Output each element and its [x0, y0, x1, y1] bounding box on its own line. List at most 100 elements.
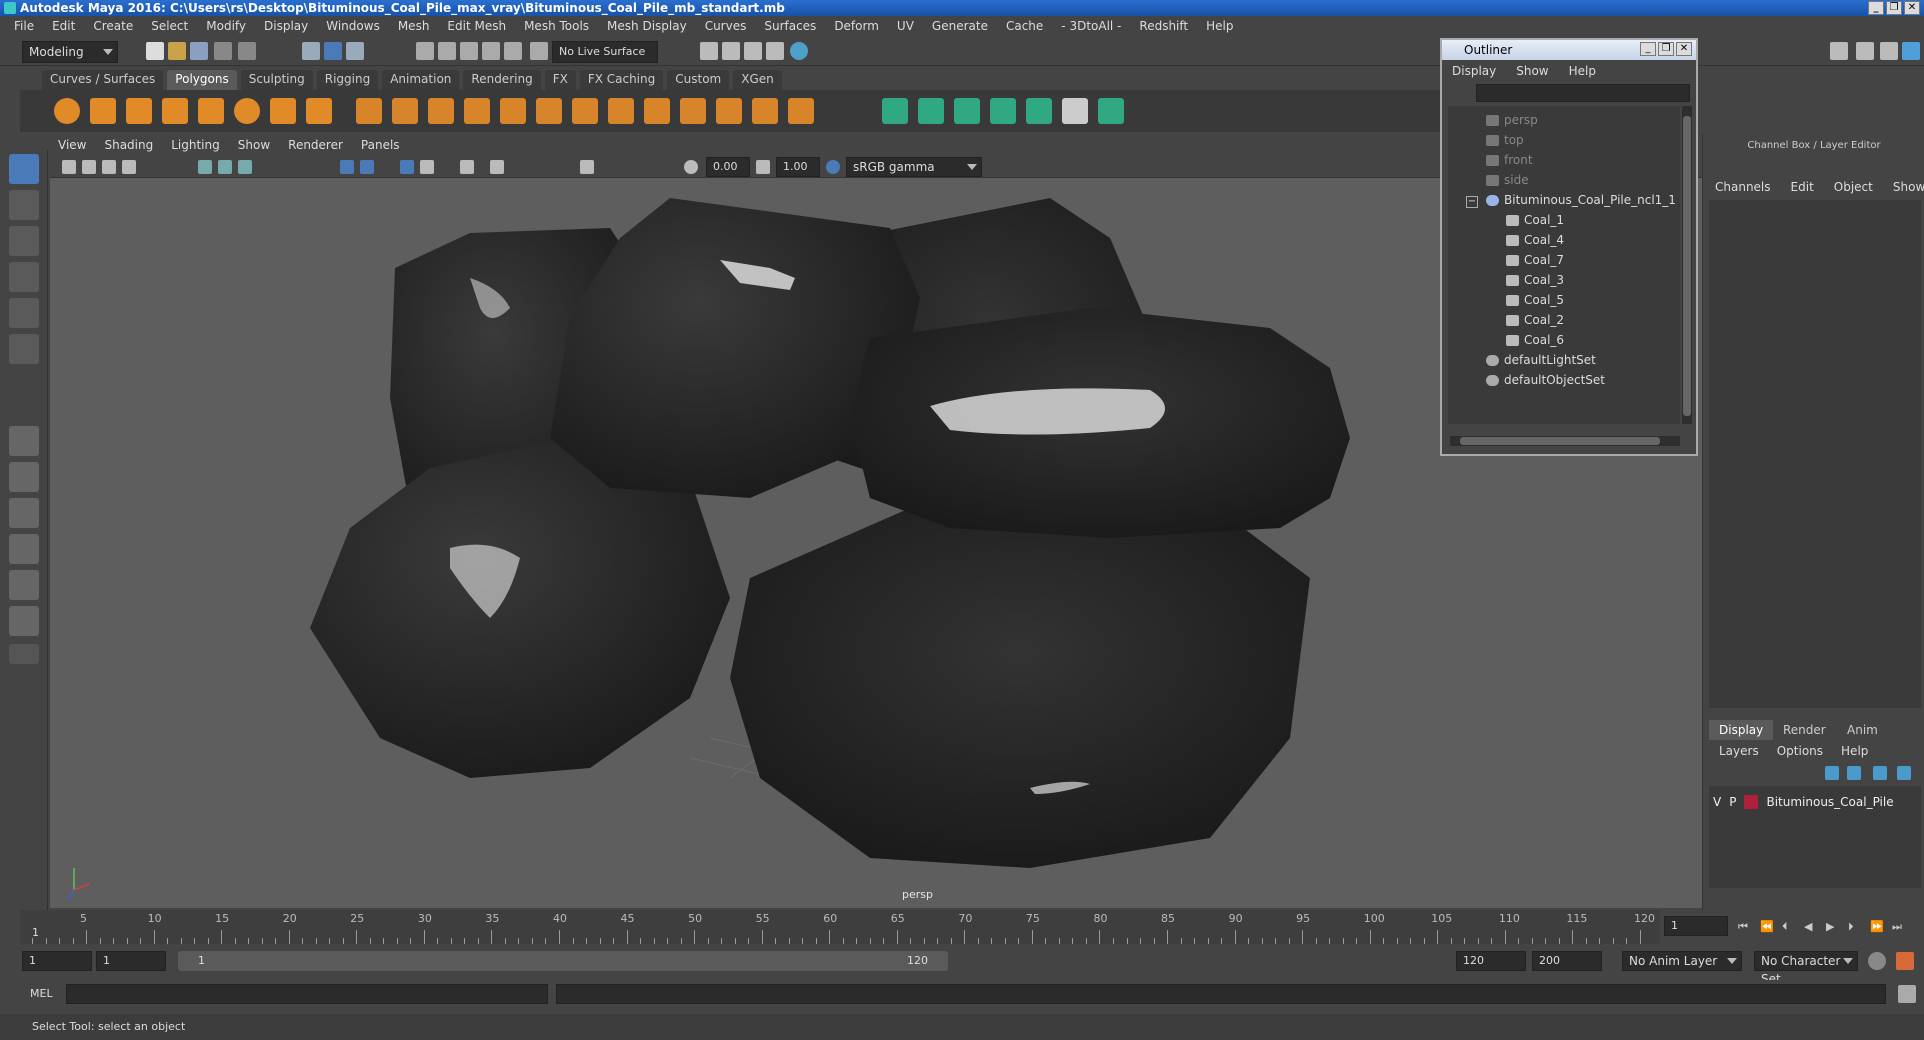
step-forward-icon[interactable]: ⏩ [1870, 920, 1884, 933]
select-object-icon[interactable] [324, 42, 342, 60]
new-layer-icon[interactable] [1873, 766, 1887, 780]
poly-pyramid-icon[interactable] [270, 98, 296, 124]
shelf-tab-fx-caching[interactable]: FX Caching [579, 70, 664, 90]
new-layer-selected-icon[interactable] [1897, 766, 1911, 780]
animation-prefs-icon[interactable] [1896, 952, 1914, 970]
undo-icon[interactable] [214, 42, 232, 60]
outliner-item-side[interactable]: side [1486, 170, 1529, 190]
exposure-icon[interactable] [684, 160, 698, 174]
merge-icon[interactable] [788, 98, 814, 124]
outliner-item-coal[interactable]: Coal_3 [1506, 270, 1564, 290]
single-perspective-view-icon[interactable] [9, 426, 39, 456]
menu-mesh-tools[interactable]: Mesh Tools [524, 19, 589, 33]
redo-icon[interactable] [238, 42, 256, 60]
extract-icon[interactable] [428, 98, 454, 124]
hypershade-icon[interactable] [790, 42, 808, 60]
snap-surface-icon[interactable] [504, 42, 522, 60]
camera-select-icon[interactable] [62, 160, 76, 174]
outliner-item-coal[interactable]: Coal_7 [1506, 250, 1564, 270]
graph-layout-icon[interactable] [9, 534, 39, 564]
smooth-icon[interactable] [464, 98, 490, 124]
snap-view-icon[interactable] [482, 42, 500, 60]
panel-menu-show[interactable]: Show [238, 138, 270, 156]
coal-front-right[interactable] [730, 508, 1310, 868]
layer-editor-toggle-icon[interactable] [1902, 42, 1920, 60]
anim-layer-dropdown[interactable]: No Anim Layer [1622, 951, 1742, 971]
menu-cache[interactable]: Cache [1006, 19, 1043, 33]
step-back-key-icon[interactable]: ⏴ [1782, 920, 1788, 934]
script-editor-icon[interactable] [1898, 985, 1916, 1003]
character-set-dropdown[interactable]: No Character Set [1754, 951, 1858, 986]
go-to-start-icon[interactable]: ⏮ [1738, 920, 1748, 934]
menu-windows[interactable]: Windows [326, 19, 380, 33]
poly-torus-icon[interactable] [234, 98, 260, 124]
playback-start-field[interactable]: 1 [96, 951, 166, 971]
select-tool-icon[interactable] [9, 154, 39, 184]
outliner-item-front[interactable]: front [1486, 150, 1533, 170]
step-back-icon[interactable]: ⏪ [1760, 920, 1774, 933]
menu-deform[interactable]: Deform [834, 19, 879, 33]
poly-cube-icon[interactable] [90, 98, 116, 124]
bookmark-icon[interactable] [102, 160, 116, 174]
outliner-minimize-button[interactable]: _ [1640, 42, 1656, 56]
resolution-gate-icon[interactable] [238, 160, 252, 174]
mode-dropdown[interactable]: Modeling [22, 41, 118, 63]
menu-edit[interactable]: Edit [52, 19, 75, 33]
workspace-layout-icon[interactable] [1830, 42, 1848, 60]
outliner-item-coal[interactable]: Coal_4 [1506, 230, 1564, 250]
panel-menu-renderer[interactable]: Renderer [288, 138, 343, 156]
shelf-tab-custom[interactable]: Custom [667, 70, 730, 90]
layer-tab-display[interactable]: Display [1709, 720, 1774, 740]
layer-menu-help[interactable]: Help [1841, 744, 1868, 758]
outliner-item-coal[interactable]: Coal_2 [1506, 310, 1564, 330]
four-view-layout-icon[interactable] [9, 462, 39, 492]
menu-edit-mesh[interactable]: Edit Mesh [447, 19, 506, 33]
menu-select[interactable]: Select [151, 19, 188, 33]
snap-grid-icon[interactable] [416, 42, 434, 60]
move-tool-icon[interactable] [9, 262, 39, 292]
animation-end-field[interactable]: 200 [1532, 951, 1602, 971]
exposure-field[interactable]: 0.00 [706, 157, 750, 177]
play-backward-icon[interactable]: ◀ [1804, 920, 1812, 933]
channel-menu-show[interactable]: Show [1893, 180, 1924, 194]
shelf-tab-polygons[interactable]: Polygons [167, 70, 237, 90]
panel-menu-panels[interactable]: Panels [361, 138, 400, 156]
outliner-maximize-button[interactable]: ❐ [1658, 42, 1674, 56]
outliner-close-button[interactable]: ✕ [1676, 42, 1692, 56]
xray-icon[interactable] [490, 160, 504, 174]
auto-key-icon[interactable] [1868, 952, 1886, 970]
scroll-thumb[interactable] [1460, 437, 1660, 445]
uv-spherical-icon[interactable] [954, 98, 980, 124]
uv-automatic-icon[interactable] [990, 98, 1016, 124]
multi-cut-icon[interactable] [572, 98, 598, 124]
gamma-icon[interactable] [756, 160, 770, 174]
snap-curve-icon[interactable] [438, 42, 456, 60]
layer-color-swatch[interactable] [1744, 795, 1759, 809]
combine-icon[interactable] [356, 98, 382, 124]
shelf-tab-animation[interactable]: Animation [382, 70, 460, 90]
live-surface-field[interactable]: No Live Surface [552, 41, 658, 63]
menu-modify[interactable]: Modify [206, 19, 246, 33]
layer-menu-layers[interactable]: Layers [1719, 744, 1759, 758]
menu-file[interactable]: File [14, 19, 34, 33]
select-hierarchy-icon[interactable] [302, 42, 320, 60]
image-plane-icon[interactable] [122, 160, 136, 174]
shelf-tab-rigging[interactable]: Rigging [316, 70, 379, 90]
panel-menu-view[interactable]: View [58, 138, 86, 156]
go-to-end-icon[interactable]: ⏭ [1892, 920, 1902, 934]
smooth-shade-icon[interactable] [360, 160, 374, 174]
lasso-tool-icon[interactable] [9, 190, 39, 220]
layer-row[interactable]: V P Bituminous_Coal_Pile [1713, 792, 1919, 812]
menu-display[interactable]: Display [264, 19, 308, 33]
paint-select-tool-icon[interactable] [9, 226, 39, 256]
color-management-icon[interactable] [826, 160, 840, 174]
range-slider[interactable]: 1 120 [178, 951, 948, 971]
outliner-menu-show[interactable]: Show [1516, 60, 1548, 82]
scroll-thumb[interactable] [1683, 116, 1691, 416]
isolate-select-icon[interactable] [580, 160, 594, 174]
make-live-icon[interactable] [530, 42, 548, 60]
outliner-item-coal[interactable]: Coal_6 [1506, 330, 1564, 350]
outliner-menu-display[interactable]: Display [1452, 60, 1496, 82]
menu-surfaces[interactable]: Surfaces [764, 19, 816, 33]
shelf-tab-xgen[interactable]: XGen [733, 70, 782, 90]
